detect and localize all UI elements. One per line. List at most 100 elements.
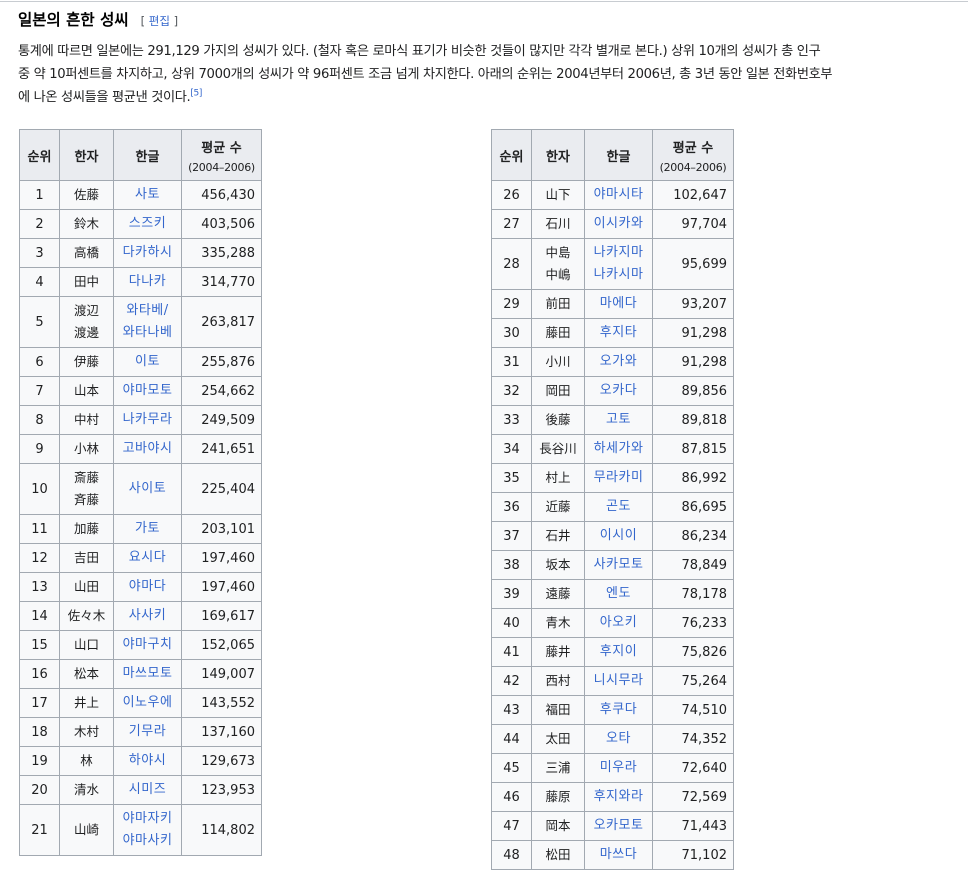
table-body-left: 1 佐藤 사토 456,430 2 鈴木 스즈키 403,506 3 高橋 다카하시 335,288 4… bbox=[19, 180, 262, 856]
hangul-link[interactable]: 오타 bbox=[585, 728, 652, 750]
hangul-link[interactable]: 오가와 bbox=[585, 351, 652, 373]
hangul-link[interactable]: 마에다 bbox=[585, 293, 652, 315]
edit-section: [ 편집 ] bbox=[140, 14, 179, 28]
hanja-cell: 村上 bbox=[531, 463, 585, 493]
hangul-link[interactable]: 오카모토 bbox=[585, 815, 652, 837]
rank-cell: 1 bbox=[19, 180, 60, 210]
rank-cell: 39 bbox=[491, 579, 532, 609]
count-cell: 335,288 bbox=[181, 238, 262, 268]
hangul-link[interactable]: 나카무라 bbox=[114, 409, 181, 431]
header-hanja[interactable]: 한자 bbox=[531, 129, 585, 181]
hangul-link[interactable]: 하세가와 bbox=[585, 438, 652, 460]
hangul-link[interactable]: 후지이 bbox=[585, 641, 652, 663]
hangul-link[interactable]: 후지와라 bbox=[585, 786, 652, 808]
hanja-text: 松田 bbox=[545, 847, 571, 862]
header-rank[interactable]: 순위 bbox=[19, 129, 60, 181]
hangul-link[interactable]: 야마자키 bbox=[114, 808, 181, 830]
hangul-link[interactable]: 무라카미 bbox=[585, 467, 652, 489]
hangul-link[interactable]: 후쿠다 bbox=[585, 699, 652, 721]
header-hanja[interactable]: 한자 bbox=[59, 129, 114, 181]
table-row: 30 藤田 후지타 91,298 bbox=[491, 318, 734, 348]
hanja-text: 小林 bbox=[73, 441, 99, 456]
hangul-link[interactable]: 와타베/ bbox=[114, 300, 181, 322]
hangul-link[interactable]: 오카다 bbox=[585, 380, 652, 402]
hanja-text: 山下 bbox=[545, 187, 571, 202]
hangul-link[interactable]: 이시카와 bbox=[585, 213, 652, 235]
header-hangul[interactable]: 한글 bbox=[584, 129, 653, 181]
hangul-link[interactable]: 야마시타 bbox=[585, 184, 652, 206]
hangul-link[interactable]: 나카시마 bbox=[585, 264, 652, 286]
hangul-link[interactable]: 이시이 bbox=[585, 525, 652, 547]
hanja-cell: 佐藤 bbox=[59, 180, 114, 210]
count-cell: 72,569 bbox=[652, 782, 734, 812]
hanja-text: 山口 bbox=[73, 637, 99, 652]
hangul-link[interactable]: 다카하시 bbox=[114, 242, 181, 264]
header-count[interactable]: 평균 수 (2004–2006) bbox=[181, 129, 262, 181]
hangul-link[interactable]: 가토 bbox=[114, 518, 181, 540]
hanja-cell: 松田 bbox=[531, 840, 585, 870]
hangul-link[interactable]: 후지타 bbox=[585, 322, 652, 344]
count-cell: 89,856 bbox=[652, 376, 734, 406]
rank-cell: 46 bbox=[491, 782, 532, 812]
hangul-link[interactable]: 야마모토 bbox=[114, 380, 181, 402]
hanja-cell: 加藤 bbox=[59, 514, 114, 544]
hangul-cell: 사이토 bbox=[113, 463, 182, 515]
hangul-cell: 마쓰다 bbox=[584, 840, 653, 870]
hangul-cell: 기무라 bbox=[113, 717, 182, 747]
table-row: 9 小林 고바야시 241,651 bbox=[19, 434, 262, 464]
hangul-link[interactable]: 기무라 bbox=[114, 721, 181, 743]
hangul-link[interactable]: 사사키 bbox=[114, 605, 181, 627]
hangul-link[interactable]: 마쓰다 bbox=[585, 844, 652, 866]
hangul-link[interactable]: 이노우에 bbox=[114, 692, 181, 714]
hangul-link[interactable]: 고바야시 bbox=[114, 438, 181, 460]
hangul-cell: 야마자키 야마사키 bbox=[113, 804, 182, 856]
rank-cell: 21 bbox=[19, 804, 60, 856]
footnote-link[interactable]: [5] bbox=[190, 89, 202, 99]
hangul-link[interactable]: 아오키 bbox=[585, 612, 652, 634]
hangul-cell: 사토 bbox=[113, 180, 182, 210]
hangul-link[interactable]: 이토 bbox=[114, 351, 181, 373]
hangul-link[interactable]: 엔도 bbox=[585, 583, 652, 605]
rank-cell: 3 bbox=[19, 238, 60, 268]
count-cell: 102,647 bbox=[652, 180, 734, 210]
hangul-link[interactable]: 요시다 bbox=[114, 547, 181, 569]
hangul-link[interactable]: 야마다 bbox=[114, 576, 181, 598]
rank-cell: 10 bbox=[19, 463, 60, 515]
table-row: 6 伊藤 이토 255,876 bbox=[19, 347, 262, 377]
hanja-cell: 山下 bbox=[531, 180, 585, 210]
hangul-link[interactable]: 사토 bbox=[114, 184, 181, 206]
hangul-link[interactable]: 하야시 bbox=[114, 750, 181, 772]
table-row: 27 石川 이시카와 97,704 bbox=[491, 209, 734, 239]
hangul-link[interactable]: 사카모토 bbox=[585, 554, 652, 576]
hanja-cell: 中島 中嶋 bbox=[531, 238, 585, 290]
table-row: 13 山田 야마다 197,460 bbox=[19, 572, 262, 602]
hangul-link[interactable]: 야마구치 bbox=[114, 634, 181, 656]
hanja-cell: 坂本 bbox=[531, 550, 585, 580]
rank-cell: 28 bbox=[491, 238, 532, 290]
hangul-link[interactable]: 사이토 bbox=[114, 478, 181, 500]
hangul-link[interactable]: 와타나베 bbox=[114, 322, 181, 344]
hangul-link[interactable]: 곤도 bbox=[585, 496, 652, 518]
table-row: 39 遠藤 엔도 78,178 bbox=[491, 579, 734, 609]
hangul-cell: 무라카미 bbox=[584, 463, 653, 493]
hangul-cell: 오가와 bbox=[584, 347, 653, 377]
count-cell: 86,234 bbox=[652, 521, 734, 551]
hangul-link[interactable]: 마쓰모토 bbox=[114, 663, 181, 685]
hangul-link[interactable]: 니시무라 bbox=[585, 670, 652, 692]
edit-link[interactable]: 편집 bbox=[149, 14, 170, 28]
hangul-link[interactable]: 나카지마 bbox=[585, 242, 652, 264]
header-count[interactable]: 평균 수 (2004–2006) bbox=[652, 129, 734, 181]
hangul-link[interactable]: 스즈키 bbox=[114, 213, 181, 235]
rank-cell: 18 bbox=[19, 717, 60, 747]
hangul-link[interactable]: 미우라 bbox=[585, 757, 652, 779]
hanja-cell: 三浦 bbox=[531, 753, 585, 783]
count-cell: 74,510 bbox=[652, 695, 734, 725]
hangul-link[interactable]: 야마사키 bbox=[114, 830, 181, 852]
hangul-link[interactable]: 다나카 bbox=[114, 271, 181, 293]
header-hangul[interactable]: 한글 bbox=[113, 129, 182, 181]
header-rank[interactable]: 순위 bbox=[491, 129, 532, 181]
hangul-link[interactable]: 고토 bbox=[585, 409, 652, 431]
hangul-link[interactable]: 시미즈 bbox=[114, 779, 181, 801]
rank-cell: 37 bbox=[491, 521, 532, 551]
hanja-text: 加藤 bbox=[73, 521, 99, 536]
